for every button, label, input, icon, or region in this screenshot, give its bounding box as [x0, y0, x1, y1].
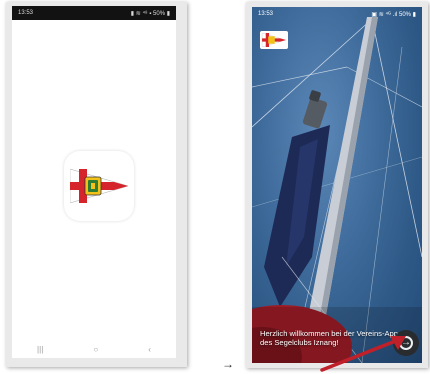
annotation-arrow-icon	[320, 336, 406, 372]
status-time: 13:53	[18, 10, 34, 16]
status-bar: 13:53 ▮ ≋ ⁴⁸ ▪ 50% ▮	[12, 6, 176, 20]
status-right-text: ▣ ≋ ⁴ᴳ .ıl 50% ▮	[371, 11, 416, 18]
phone-splash-screenshot: 13:53 ▮ ≋ ⁴⁸ ▪ 50% ▮ ||| ○ ‹	[6, 2, 187, 367]
flag-icon	[261, 33, 287, 47]
status-right-text: ▮ ≋ ⁴⁸ ▪ 50% ▮	[130, 10, 170, 17]
phone-welcome-screenshot: 13:53 ▣ ≋ ⁴ᴳ .ıl 50% ▮ Herzlich willkomm…	[246, 2, 428, 368]
navigation-bar: ||| ○ ‹	[12, 340, 176, 358]
nav-home-button[interactable]: ○	[93, 345, 98, 354]
sailboat-mast-photo	[252, 17, 422, 363]
nav-back-button[interactable]: ‹	[148, 345, 151, 354]
status-icons: ▣ ≋ ⁴ᴳ .ıl 50% ▮	[371, 11, 416, 18]
club-flag-icon	[70, 169, 128, 203]
app-icon	[64, 151, 134, 221]
splash-screen: 13:53 ▮ ≋ ⁴⁸ ▪ 50% ▮ ||| ○ ‹	[12, 6, 176, 358]
status-icons: ▮ ≋ ⁴⁸ ▪ 50% ▮	[131, 10, 170, 17]
arrow-right-icon: →	[222, 357, 234, 371]
status-bar: 13:53 ▣ ≋ ⁴ᴳ .ıl 50% ▮	[252, 7, 422, 21]
status-time: 13:53	[258, 11, 274, 17]
nav-recent-button[interactable]: |||	[37, 345, 43, 354]
club-logo-badge	[260, 31, 288, 49]
welcome-screen: 13:53 ▣ ≋ ⁴ᴳ .ıl 50% ▮ Herzlich willkomm…	[252, 7, 422, 363]
